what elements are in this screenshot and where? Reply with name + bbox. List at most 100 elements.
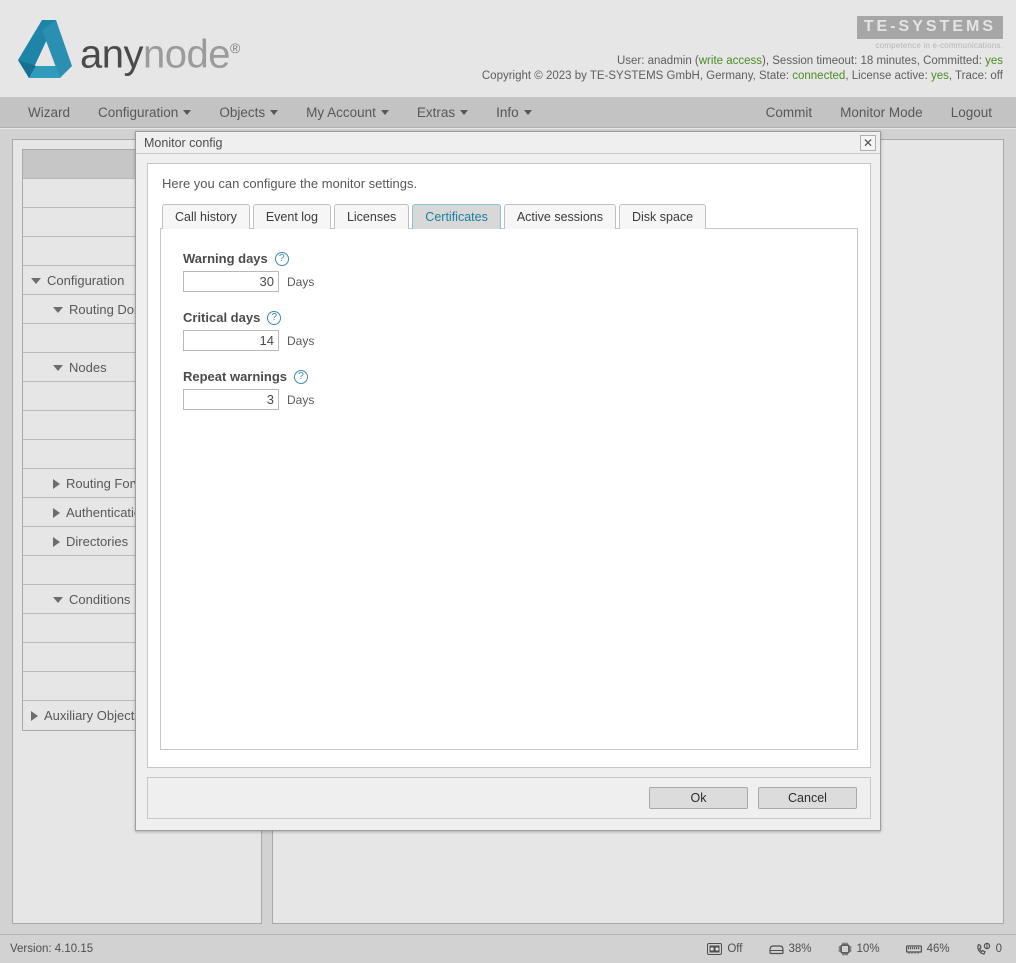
- monitor-config-dialog: Monitor config ✕ Here you can configure …: [135, 131, 881, 831]
- sidebar-item-label: Nodes: [69, 360, 107, 375]
- dialog-tabs: Call historyEvent logLicensesCertificate…: [162, 204, 858, 229]
- field-label-text: Repeat warnings: [183, 369, 287, 384]
- chevron-down-icon: [381, 110, 389, 115]
- ok-button[interactable]: Ok: [649, 787, 748, 809]
- triangle-down-icon[interactable]: [31, 278, 41, 284]
- logo-registered-mark: ®: [230, 40, 240, 56]
- sidebar-item-label: Directories: [66, 534, 128, 549]
- anynode-logo: anynode®: [16, 18, 240, 80]
- nav-item-label: Logout: [951, 105, 992, 120]
- state-value: connected: [792, 70, 845, 82]
- session-timeout-text: ), Session timeout: 18 minutes, Committe…: [762, 55, 985, 67]
- status-stat-cpu: 10%: [838, 942, 880, 956]
- status-stat-recording: Off: [707, 943, 742, 955]
- tab-disk-space[interactable]: Disk space: [619, 204, 706, 229]
- trace-value: , Trace: off: [949, 70, 1003, 82]
- field-row: Days: [183, 271, 857, 292]
- dialog-footer: Ok Cancel: [147, 777, 871, 819]
- session-info-line-1: User: anadmin (write access), Session ti…: [482, 54, 1003, 69]
- triangle-right-icon[interactable]: [31, 711, 38, 721]
- tab-event-log[interactable]: Event log: [253, 204, 331, 229]
- nav-item-wizard[interactable]: Wizard: [14, 98, 84, 127]
- nav-item-label: Info: [496, 105, 519, 120]
- unit-label: Days: [287, 393, 314, 407]
- triangle-down-icon[interactable]: [53, 307, 63, 313]
- tab-certificates[interactable]: Certificates: [412, 204, 501, 229]
- nav-left-group: Wizard Configuration Objects My Account Extr…: [14, 98, 546, 127]
- copyright-text: Copyright © 2023 by TE-SYSTEMS GmbH, Ger…: [482, 70, 792, 82]
- help-icon[interactable]: ?: [275, 252, 289, 266]
- nav-item-configuration[interactable]: Configuration: [84, 98, 205, 127]
- triangle-right-icon[interactable]: [53, 479, 60, 489]
- triangle-right-icon[interactable]: [53, 537, 60, 547]
- triangle-down-icon[interactable]: [53, 365, 63, 371]
- tab-call-history[interactable]: Call history: [162, 204, 250, 229]
- nav-item-extras[interactable]: Extras: [403, 98, 482, 127]
- main-navigation-bar: Wizard Configuration Objects My Account Extr…: [0, 98, 1016, 128]
- nav-item-label: Configuration: [98, 105, 178, 120]
- status-stat-value: 38%: [789, 943, 812, 955]
- cpu-icon: [838, 942, 852, 956]
- license-prefix: , License active:: [845, 70, 931, 82]
- chevron-down-icon: [183, 110, 191, 115]
- sidebar-item-label: Configuration: [47, 273, 124, 288]
- unit-label: Days: [287, 275, 314, 289]
- status-stat-value: Off: [727, 943, 742, 955]
- sidebar-item-label: Conditions: [69, 592, 130, 607]
- license-active-value: yes: [931, 70, 949, 82]
- tab-active-sessions[interactable]: Active sessions: [504, 204, 616, 229]
- nav-item-my-account[interactable]: My Account: [292, 98, 403, 127]
- session-info-line-2: Copyright © 2023 by TE-SYSTEMS GmbH, Ger…: [482, 69, 1003, 84]
- tab-licenses[interactable]: Licenses: [334, 204, 409, 229]
- cancel-button[interactable]: Cancel: [758, 787, 857, 809]
- triangle-down-icon[interactable]: [53, 597, 63, 603]
- chevron-down-icon: [270, 110, 278, 115]
- help-icon[interactable]: ?: [267, 311, 281, 325]
- sidebar-item-label: Auxiliary Objects: [44, 708, 141, 723]
- status-bar: Version: 4.10.15 Off 38% 10% 46% 0: [0, 934, 1016, 963]
- session-info: User: anadmin (write access), Session ti…: [482, 54, 1003, 84]
- te-systems-tagline: competence in e-communications.: [857, 41, 1003, 50]
- nav-item-monitor-mode[interactable]: Monitor Mode: [826, 98, 937, 127]
- nav-item-label: Monitor Mode: [840, 105, 923, 120]
- disk-icon: [769, 943, 784, 955]
- logo-any: any: [80, 32, 143, 76]
- unit-label: Days: [287, 334, 314, 348]
- triangle-right-icon[interactable]: [53, 508, 60, 518]
- anynode-wordmark: anynode®: [80, 28, 240, 74]
- field-group-critical-days: Critical days? Days: [183, 310, 857, 351]
- version-label: Version: 4.10.15: [10, 935, 93, 963]
- field-group-warning-days: Warning days? Days: [183, 251, 857, 292]
- status-stat-value: 46%: [927, 943, 950, 955]
- field-label: Repeat warnings?: [183, 369, 857, 384]
- field-label-text: Warning days: [183, 251, 268, 266]
- app-header: anynode® TE-SYSTEMS competence in e-comm…: [0, 0, 1016, 98]
- repeat-warnings-input[interactable]: [183, 389, 279, 410]
- dialog-title: Monitor config: [144, 136, 223, 150]
- dialog-title-bar: Monitor config ✕: [136, 132, 880, 154]
- status-stat-calls: 0: [976, 942, 1002, 956]
- te-systems-logo: TE-SYSTEMS competence in e-communication…: [857, 16, 1003, 50]
- status-stat-disk: 38%: [769, 943, 812, 955]
- chevron-down-icon: [524, 110, 532, 115]
- dialog-body: Here you can configure the monitor setti…: [147, 163, 871, 768]
- status-stat-memory: 46%: [906, 943, 950, 955]
- committed-value: yes: [985, 55, 1003, 67]
- nav-item-label: Extras: [417, 105, 455, 120]
- warning-days-input[interactable]: [183, 271, 279, 292]
- status-stat-value: 10%: [857, 943, 880, 955]
- field-label-text: Critical days: [183, 310, 260, 325]
- calls-icon: [976, 942, 991, 956]
- help-icon[interactable]: ?: [294, 370, 308, 384]
- nav-item-objects[interactable]: Objects: [205, 98, 292, 127]
- nav-item-commit[interactable]: Commit: [752, 98, 827, 127]
- nav-item-label: My Account: [306, 105, 376, 120]
- nav-item-logout[interactable]: Logout: [937, 98, 1006, 127]
- close-icon[interactable]: ✕: [860, 135, 876, 151]
- logo-node: node: [143, 32, 230, 76]
- critical-days-input[interactable]: [183, 330, 279, 351]
- anynode-logo-icon: [16, 18, 74, 80]
- nav-item-info[interactable]: Info: [482, 98, 546, 127]
- dialog-intro-text: Here you can configure the monitor setti…: [162, 176, 858, 191]
- nav-item-label: Wizard: [28, 105, 70, 120]
